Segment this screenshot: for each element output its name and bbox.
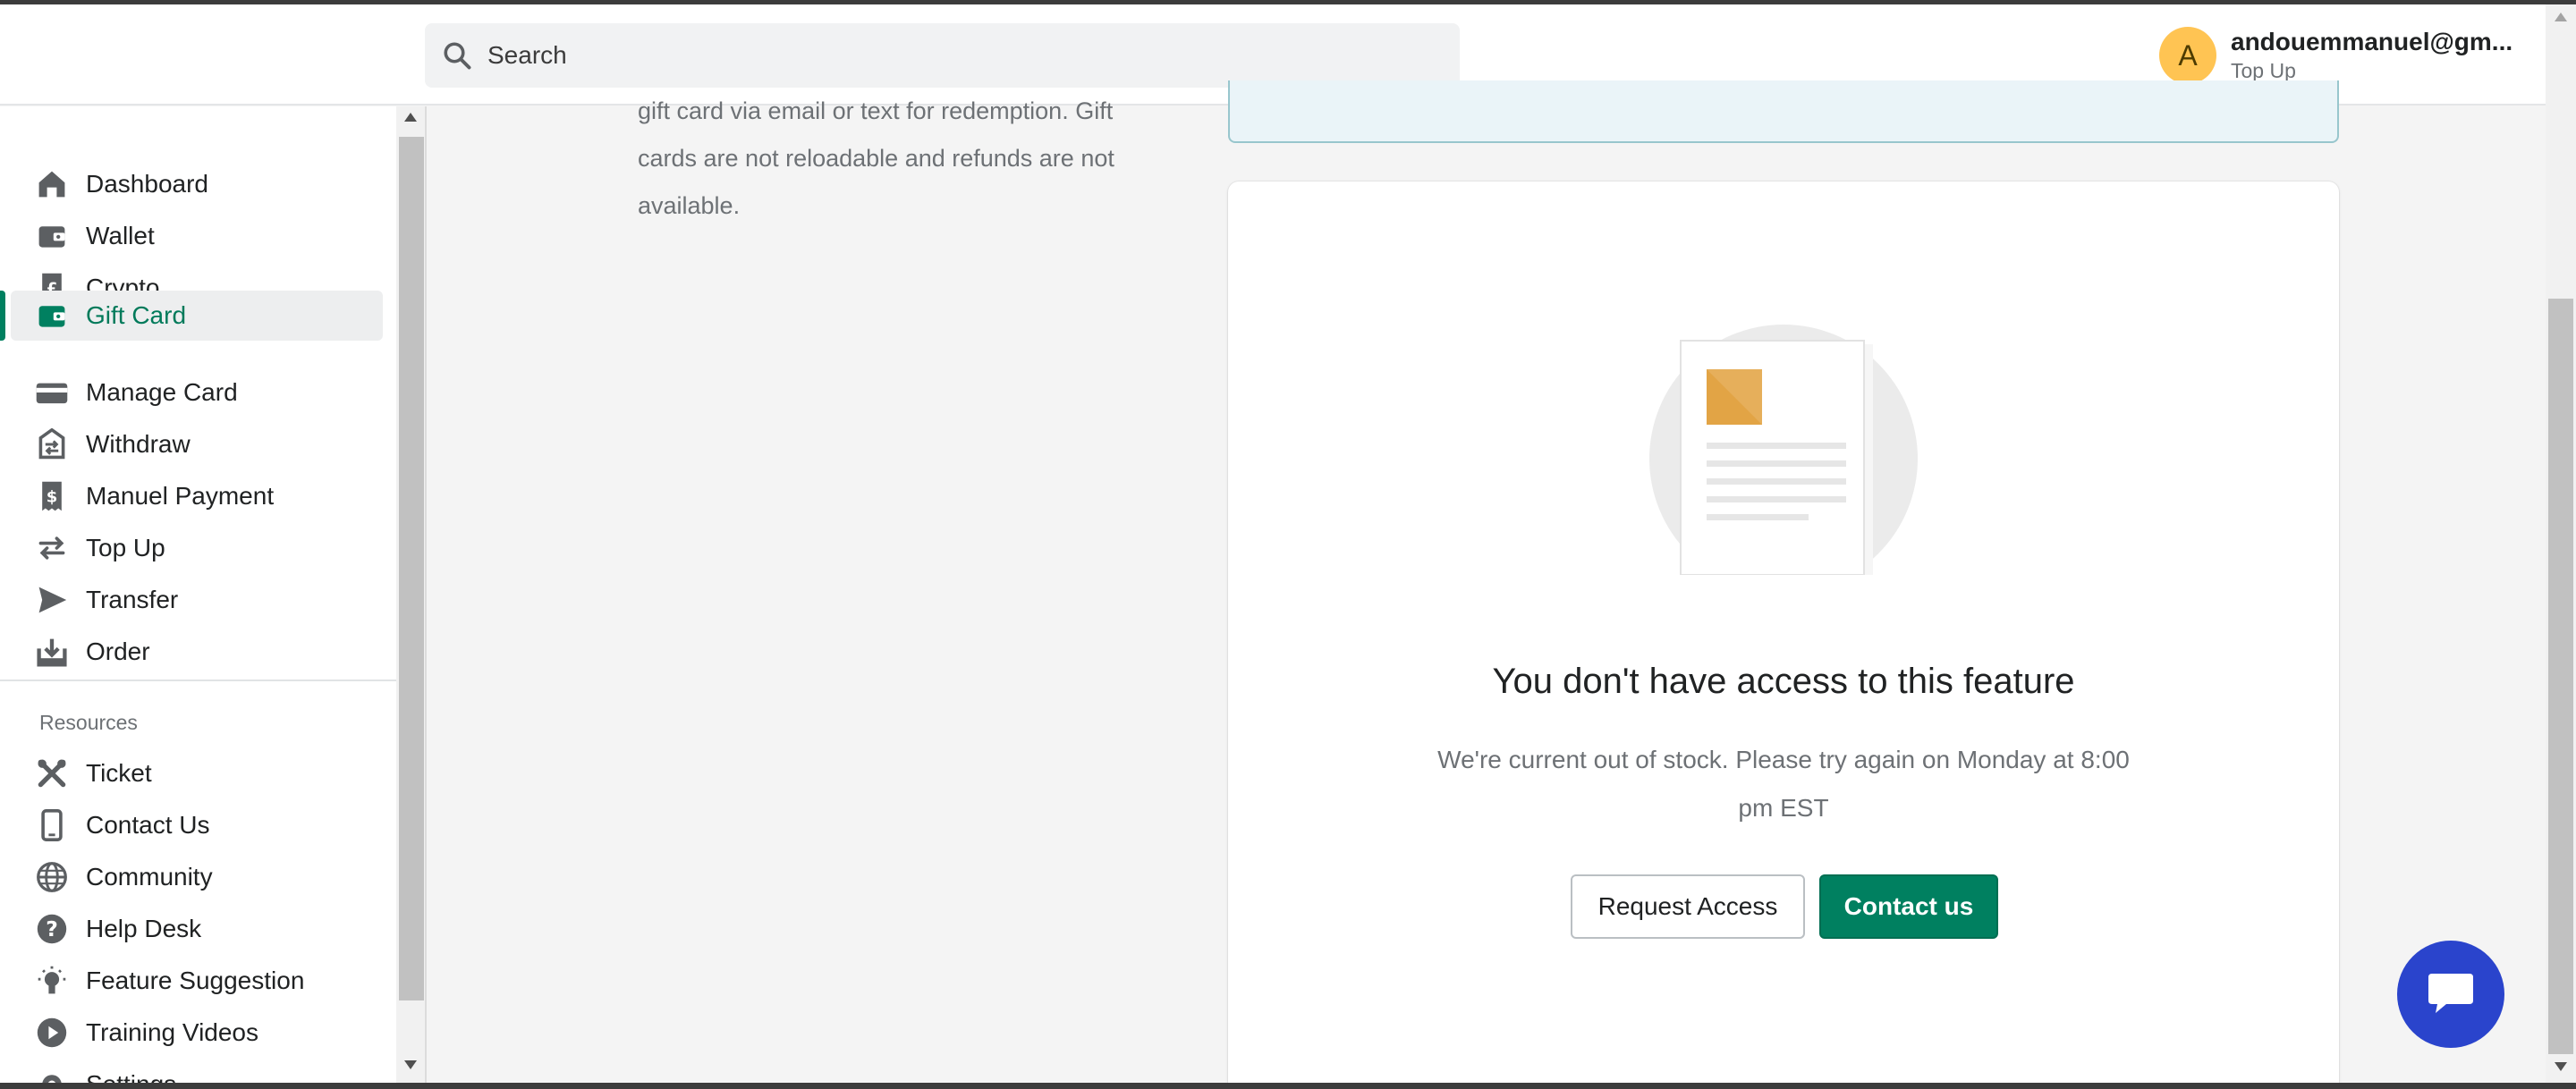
wallet-icon bbox=[34, 218, 70, 254]
document-illustration-icon bbox=[1649, 325, 1918, 575]
sidebar-item-label: Dashboard bbox=[86, 170, 208, 198]
sidebar-item-withdraw[interactable]: Withdraw bbox=[0, 419, 383, 469]
sidebar-item-order[interactable]: Order bbox=[0, 627, 383, 677]
sidebar-item-label: Top Up bbox=[86, 534, 165, 561]
send-icon bbox=[34, 582, 70, 618]
sidebar-item-label: Order bbox=[86, 637, 150, 665]
empty-state-card: You don't have access to this feature We… bbox=[1228, 182, 2339, 1083]
request-access-button[interactable]: Request Access bbox=[1571, 874, 1805, 939]
search-icon bbox=[444, 42, 471, 70]
search-placeholder: Search bbox=[487, 41, 567, 69]
sidebar-divider bbox=[0, 680, 396, 681]
sidebar-scrollbar-thumb[interactable] bbox=[399, 137, 424, 1000]
empty-state-message-line: We're current out of stock. Please try a… bbox=[1437, 746, 2130, 773]
sidebar-item-label: Manuel Payment bbox=[86, 482, 275, 510]
sidebar-item-label: Transfer bbox=[86, 586, 179, 613]
sidebar-item-label: Withdraw bbox=[86, 430, 191, 458]
dollar-receipt-icon: $ bbox=[34, 478, 70, 514]
sidebar-scroll-up-icon[interactable] bbox=[404, 113, 417, 122]
sidebar-item-label: Manage Card bbox=[86, 378, 238, 406]
sidebar-item-dashboard[interactable]: Dashboard bbox=[0, 159, 383, 209]
empty-state-message: We're current out of stock. Please try a… bbox=[1426, 736, 2141, 832]
empty-state-actions: Request Access Contact us bbox=[1571, 874, 1998, 941]
sidebar-item-label: Gift Card bbox=[86, 301, 187, 329]
lightbulb-icon bbox=[34, 963, 70, 999]
sidebar-item-training-videos[interactable]: Training Videos bbox=[0, 1008, 383, 1058]
sidebar-scroll-down-icon[interactable] bbox=[404, 1060, 417, 1069]
sidebar-item-label: Community bbox=[86, 863, 213, 891]
sidebar-item-label: Help Desk bbox=[86, 915, 202, 942]
gift-card-icon bbox=[34, 298, 70, 333]
user-menu[interactable]: A andouemmanuel@gm... Top Up bbox=[2159, 26, 2512, 85]
home-icon bbox=[34, 166, 70, 202]
tools-icon bbox=[34, 756, 70, 791]
gift-card-description: gift card via email or text for redempti… bbox=[638, 88, 1157, 230]
sidebar-item-settings[interactable]: Settings bbox=[0, 1059, 383, 1083]
search-input[interactable]: Search bbox=[425, 23, 1460, 88]
sidebar-item-transfer[interactable]: Transfer bbox=[0, 575, 383, 625]
empty-state-title: You don't have access to this feature bbox=[1492, 662, 2075, 701]
info-banner bbox=[1228, 80, 2339, 143]
withdraw-icon bbox=[34, 426, 70, 462]
description-line: gift card via email or text for redempti… bbox=[638, 97, 1114, 124]
sidebar-item-manuel-payment[interactable]: $ Manuel Payment bbox=[0, 471, 383, 521]
credit-card-icon bbox=[34, 375, 70, 410]
sidebar-item-wallet[interactable]: Wallet bbox=[0, 211, 383, 261]
sidebar-item-label: Wallet bbox=[86, 222, 155, 249]
sidebar-item-community[interactable]: Community bbox=[0, 852, 383, 902]
question-circle-icon: ? bbox=[34, 911, 70, 947]
sidebar-item-top-up[interactable]: Top Up bbox=[0, 523, 383, 573]
avatar[interactable]: A bbox=[2159, 27, 2216, 84]
sidebar-item-ticket[interactable]: Ticket bbox=[0, 748, 383, 798]
svg-text:$: $ bbox=[47, 487, 58, 506]
user-email: andouemmanuel@gm... bbox=[2231, 28, 2513, 55]
sidebar-item-label: Ticket bbox=[86, 759, 152, 787]
page-scroll-down-icon[interactable] bbox=[2555, 1062, 2567, 1071]
contact-us-button[interactable]: Contact us bbox=[1819, 874, 1998, 939]
sidebar-item-help-desk[interactable]: ? Help Desk bbox=[0, 904, 383, 954]
sidebar-item-contact-us[interactable]: Contact Us bbox=[0, 800, 383, 850]
description-line: cards are not reloadable and refunds are… bbox=[638, 145, 1114, 172]
chat-icon bbox=[2428, 974, 2473, 1013]
globe-icon bbox=[34, 859, 70, 895]
chat-widget-button[interactable] bbox=[2397, 941, 2504, 1048]
active-indicator bbox=[0, 291, 5, 341]
sidebar-item-gift-card[interactable]: Gift Card bbox=[0, 291, 383, 341]
sidebar-item-label: Contact Us bbox=[86, 811, 210, 839]
svg-text:?: ? bbox=[46, 916, 58, 941]
resources-heading: Resources bbox=[39, 711, 138, 734]
window-bottom-edge bbox=[0, 1083, 2576, 1089]
sidebar: Dashboard Wallet £ Crypto Gift Card Mana… bbox=[0, 106, 396, 1083]
empty-state-message-line: pm EST bbox=[1738, 794, 1829, 822]
description-line: available. bbox=[638, 192, 741, 219]
download-box-icon bbox=[34, 634, 70, 670]
sidebar-item-feature-suggestion[interactable]: Feature Suggestion bbox=[0, 956, 383, 1006]
arrows-swap-icon bbox=[34, 530, 70, 566]
mobile-icon bbox=[34, 807, 70, 843]
sidebar-item-label: Training Videos bbox=[86, 1018, 259, 1046]
page-scroll-up-icon[interactable] bbox=[2555, 13, 2567, 21]
gear-icon bbox=[34, 1067, 70, 1083]
page-scrollbar-thumb[interactable] bbox=[2548, 299, 2573, 1054]
sidebar-item-label: Feature Suggestion bbox=[86, 967, 305, 994]
sidebar-item-manage-card[interactable]: Manage Card bbox=[0, 367, 383, 418]
play-circle-icon bbox=[34, 1015, 70, 1051]
sidebar-item-label: Settings bbox=[86, 1070, 176, 1083]
